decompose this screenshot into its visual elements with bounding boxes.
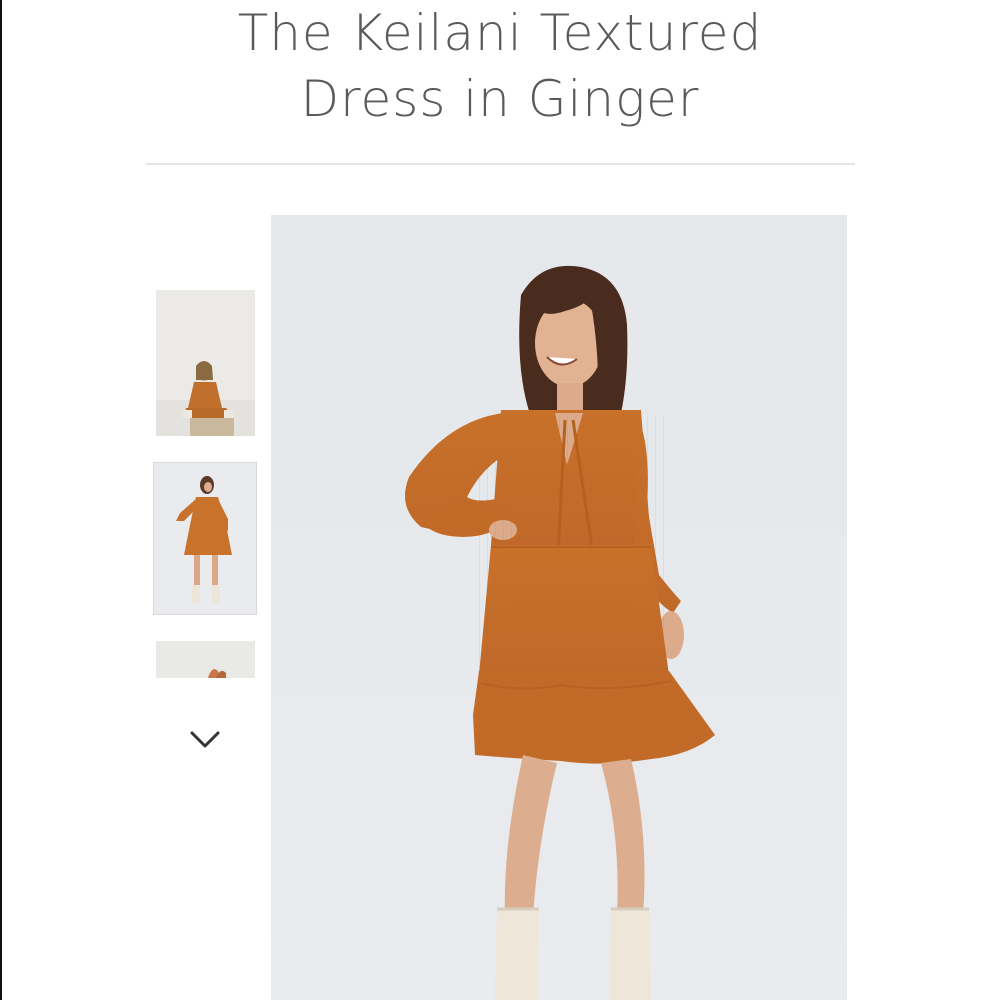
chevron-down-icon[interactable] [186,724,224,754]
standing-model-image [154,463,256,614]
product-title-line-1: The Keilani Textured [237,4,763,62]
product-title-line-2: Dress in Ginger [300,70,700,128]
gallery-thumbnail-1[interactable] [156,290,255,436]
main-product-image[interactable] [271,215,847,1000]
gallery-thumbnail-2[interactable] [154,463,256,614]
left-edge-border [0,0,2,1000]
gallery-thumbnail-3[interactable] [156,641,255,678]
title-divider [146,163,855,165]
partial-model-image [156,641,255,678]
product-title: The Keilani Textured Dress in Ginger [0,0,1000,132]
model-in-dress-illustration [271,215,847,1000]
seated-model-image [156,290,255,436]
